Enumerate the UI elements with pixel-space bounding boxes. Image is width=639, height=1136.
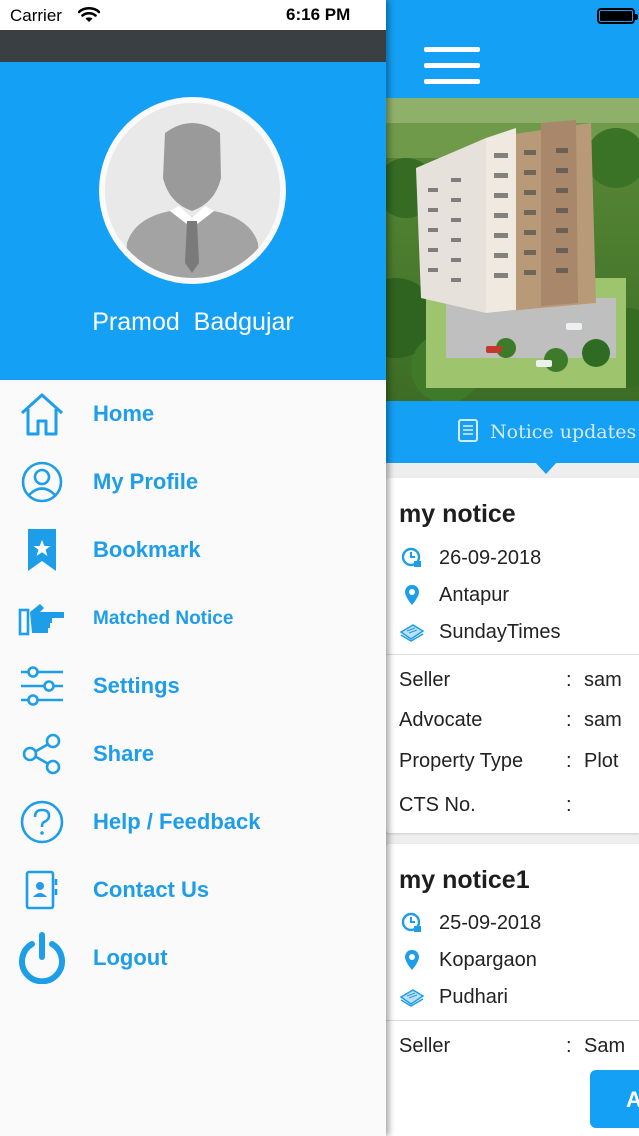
menu-item-logout[interactable]: Logout [0, 924, 386, 992]
drawer-top-strip [0, 30, 386, 62]
tab-pointer-icon [534, 461, 558, 474]
avatar[interactable] [99, 97, 286, 284]
menu-item-help-feedback[interactable]: Help / Feedback [0, 788, 386, 856]
notice-document-icon [456, 417, 482, 448]
field-row-seller: Seller: Sam [399, 1035, 626, 1057]
location-pin-icon [399, 947, 425, 973]
pointing-hand-icon [16, 594, 68, 642]
menu-item-share[interactable]: Share [0, 720, 386, 788]
share-icon [16, 730, 68, 778]
user-circle-icon [16, 458, 68, 506]
notice-updates-bar: Notice updates [386, 401, 639, 463]
bookmark-icon [16, 526, 68, 574]
notice-title: my notice1 [399, 866, 530, 894]
newspaper-icon [399, 619, 425, 645]
menu-item-contact-us[interactable]: Contact Us [0, 856, 386, 924]
field-row-advocate: Advocate: sam [399, 709, 622, 731]
notice-title: my notice [399, 500, 516, 528]
profile-name: Pramod Badgujar [92, 308, 294, 336]
app-header [386, 30, 639, 98]
profile-header: Pramod Badgujar [0, 62, 386, 380]
notice-card[interactable]: my notice 26-09-2018 Antapur SundayTimes… [386, 478, 639, 833]
clock-icon [399, 910, 425, 936]
location-pin-icon [399, 582, 425, 608]
battery-icon [597, 8, 638, 24]
newspaper-icon [399, 984, 425, 1010]
notice-newspaper: SundayTimes [399, 619, 561, 645]
notice-date: 26-09-2018 [399, 545, 541, 571]
notice-location: Kopargaon [399, 947, 537, 973]
hamburger-menu-icon[interactable] [424, 45, 480, 85]
wifi-icon [77, 6, 101, 28]
field-row-property-type: Property Type: Plot [399, 750, 619, 772]
menu-item-matched-notice[interactable]: Matched Notice [0, 584, 386, 652]
notice-newspaper: Pudhari [399, 984, 508, 1010]
field-row-seller: Seller: sam [399, 669, 622, 691]
status-bar-right [386, 0, 639, 30]
menu-item-home[interactable]: Home [0, 380, 386, 448]
property-banner-image [386, 98, 639, 401]
main-screen: Notice updates my notice 26-09-2018 Anta… [386, 0, 639, 1136]
power-icon [16, 932, 68, 984]
navigation-drawer: Carrier 6:16 PM Pramod Badgujar Home My … [0, 0, 386, 1136]
card-divider [386, 654, 639, 655]
status-bar: Carrier 6:16 PM [0, 0, 386, 30]
help-icon [16, 798, 68, 846]
notice-date: 25-09-2018 [399, 910, 541, 936]
clock-icon [399, 545, 425, 571]
notice-location: Antapur [399, 582, 509, 608]
menu-item-bookmark[interactable]: Bookmark [0, 516, 386, 584]
carrier-label: Carrier [10, 6, 62, 25]
home-icon [16, 390, 68, 438]
tab-notice-updates[interactable]: Notice updates [456, 417, 637, 448]
card-divider [386, 1020, 639, 1021]
sliders-icon [16, 662, 68, 710]
clock-time: 6:16 PM [286, 5, 351, 24]
floating-action-button[interactable]: A [590, 1070, 639, 1128]
menu-item-my-profile[interactable]: My Profile [0, 448, 386, 516]
contact-book-icon [16, 866, 68, 914]
field-row-cts-no: CTS No.: [399, 794, 572, 816]
menu-item-settings[interactable]: Settings [0, 652, 386, 720]
tab-notice-updates-label: Notice updates [490, 421, 637, 443]
